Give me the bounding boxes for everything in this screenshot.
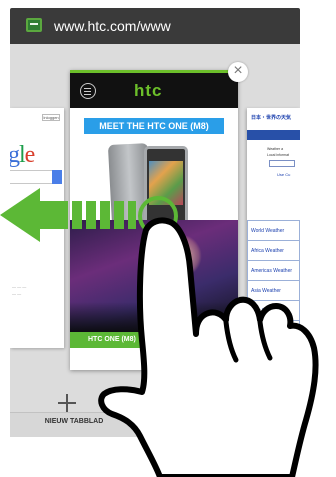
weather-nav-bar	[247, 130, 300, 140]
google-logo: gle	[10, 142, 35, 168]
page-icon	[26, 18, 42, 32]
google-search-button	[52, 170, 62, 184]
list-item: Americas Weather	[248, 261, 299, 281]
htc-logo: htc	[134, 81, 163, 100]
new-tab-label: NIEUW TABBLAD	[44, 418, 104, 425]
product-label: HTC ONE (M8)	[70, 332, 238, 348]
close-icon[interactable]: ×	[228, 62, 248, 82]
menu-icon	[80, 83, 96, 99]
list-item: Asia Weather	[248, 281, 299, 301]
signin-button: Inloggen	[42, 114, 60, 121]
list-item: World Weather	[248, 221, 299, 241]
plus-icon	[58, 394, 76, 412]
htc-header: htc	[70, 70, 238, 108]
url-bar[interactable]: www.htc.com/www	[10, 8, 300, 44]
weather-select	[269, 160, 295, 167]
swipe-left-arrow-icon	[0, 188, 180, 242]
weather-intro: Weather a Local informat	[267, 146, 289, 158]
phone-screen: www.htc.com/www Inloggen gle — — — — — 日本…	[0, 0, 336, 477]
google-footer-links: — — — — —	[12, 284, 27, 296]
list-item: Africa Weather	[248, 241, 299, 261]
tab-card-weather[interactable]: 日本・世界の天気 Weather a Local informat Use Cu…	[247, 108, 300, 348]
weather-header: 日本・世界の天気	[251, 115, 292, 121]
list-item: Asia Weather	[248, 301, 299, 321]
new-tab-button[interactable]: NIEUW TABBLAD	[34, 388, 104, 436]
weather-line: Local informat	[267, 153, 289, 157]
promo-banner: MEET THE HTC ONE (M8)	[84, 118, 224, 134]
weather-use-link: Use Cu	[277, 172, 291, 177]
url-text[interactable]: www.htc.com/www	[54, 17, 171, 35]
weather-region-list: World Weather Africa Weather Americas We…	[247, 220, 300, 348]
